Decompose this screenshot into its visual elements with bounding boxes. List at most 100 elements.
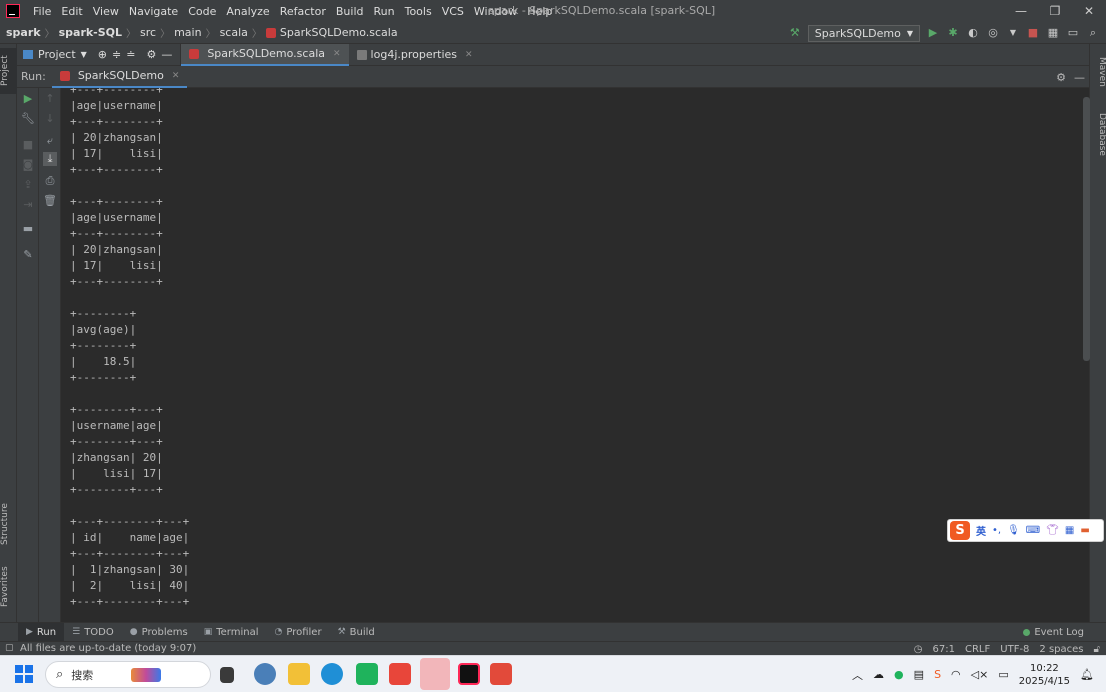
menu-icon[interactable]: ▬ [1080, 525, 1089, 536]
gear-icon[interactable]: ⚙ [146, 48, 156, 61]
trash-icon[interactable]: 🗑︎ [43, 194, 57, 208]
project-structure-icon[interactable]: ▦ [1046, 26, 1060, 40]
arrow-down-icon[interactable]: ↓ [43, 112, 57, 126]
favorites-tool-tab[interactable]: Favorites [0, 559, 17, 615]
intellij-icon[interactable] [458, 663, 480, 685]
menu-edit[interactable]: Edit [56, 5, 87, 18]
breadcrumb-src[interactable]: src [140, 26, 156, 39]
console-output[interactable]: +---+--------+ |age|username| +---+-------… [61, 88, 1082, 622]
target-icon[interactable]: ⊕ [98, 48, 107, 61]
menu-navigate[interactable]: Navigate [124, 5, 183, 18]
build-hammer-icon[interactable]: ⚒ [788, 26, 802, 40]
scroll-to-end-icon[interactable]: ⤓ [43, 152, 57, 166]
caret-position[interactable]: 67:1 [933, 644, 955, 655]
wps-writer-icon[interactable] [490, 663, 512, 685]
wechat-icon[interactable] [420, 658, 450, 690]
tool-tab-run[interactable]: ▶ Run [18, 622, 65, 642]
notifications-icon[interactable]: 🔔︎ [1080, 668, 1094, 681]
edge-browser-icon[interactable] [321, 663, 343, 685]
sogou-tray-icon[interactable]: S [934, 668, 941, 681]
wps-office-icon[interactable] [389, 663, 411, 685]
close-tab-icon[interactable]: ✕ [333, 49, 341, 59]
pin-icon[interactable]: ✎ [21, 248, 35, 262]
menu-run[interactable]: Run [369, 5, 400, 18]
microphone-icon[interactable]: 🎙︎ [1007, 525, 1020, 536]
project-tool-tab[interactable]: Project [0, 48, 17, 94]
menu-view[interactable]: View [88, 5, 124, 18]
git-status-icon[interactable]: ◷ [914, 644, 923, 655]
collapse-all-icon[interactable]: ≐ [126, 48, 135, 61]
wechat-tray-icon[interactable]: ● [894, 668, 904, 681]
settings-gear-icon[interactable] [254, 663, 276, 685]
menu-file[interactable]: File [28, 5, 56, 18]
menu-code[interactable]: Code [183, 5, 221, 18]
minimize-button[interactable]: — [1004, 0, 1038, 22]
console-scrollbar[interactable] [1083, 97, 1090, 361]
print-icon[interactable]: ⎙ [43, 174, 57, 188]
arrow-up-icon[interactable]: ↑ [43, 92, 57, 106]
soft-wrap-icon[interactable]: ⤶ [43, 134, 57, 148]
notes-app-icon[interactable] [356, 663, 378, 685]
punctuation-icon[interactable]: •, [992, 525, 1001, 536]
hide-panel-icon[interactable]: — [161, 48, 172, 61]
taskbar-clock[interactable]: 10:22 2025/4/15 [1019, 662, 1070, 688]
toolbox-icon[interactable]: ▦ [1065, 525, 1074, 536]
line-separator[interactable]: CRLF [965, 644, 990, 655]
search-icon[interactable]: ⌕ [1086, 26, 1100, 40]
ime-language[interactable]: 英 [976, 523, 986, 538]
tool-tab-terminal[interactable]: ▣ Terminal [196, 623, 267, 642]
database-tool-tab[interactable]: Database [1090, 106, 1106, 162]
start-menu-button[interactable] [15, 665, 33, 683]
breadcrumb-module[interactable]: spark-SQL [59, 26, 122, 39]
status-layout-icon[interactable]: ▢ [5, 643, 14, 653]
ime-toolbar[interactable]: S 英 •, 🎙︎ ⌨ 👕︎ ▦ ▬ [947, 519, 1104, 542]
menu-refactor[interactable]: Refactor [275, 5, 331, 18]
battery-icon[interactable]: ▭ [998, 668, 1008, 681]
run-configuration-select[interactable]: SparkSQLDemo ▼ [807, 24, 920, 42]
tab-log4j-properties[interactable]: log4j.properties ✕ [349, 44, 481, 66]
close-run-tab-icon[interactable]: ✕ [172, 71, 180, 81]
breadcrumb-scala[interactable]: scala [220, 26, 248, 39]
tool-tab-profiler[interactable]: ◔ Profiler [266, 623, 329, 642]
stop-icon[interactable]: ■ [21, 138, 35, 152]
run-play-icon[interactable]: ▶ [926, 26, 940, 40]
hide-panel-icon[interactable]: — [1074, 71, 1085, 84]
breadcrumb-main[interactable]: main [174, 26, 201, 39]
tray-app-icon[interactable]: ▤ [914, 668, 924, 681]
layout-icon[interactable]: ▬ [21, 222, 35, 236]
login-icon[interactable]: ⇥ [21, 198, 35, 212]
taskbar-search[interactable]: ⌕ 搜索 [45, 661, 211, 688]
file-explorer-icon[interactable] [288, 663, 310, 685]
profile-icon[interactable]: ◎ [986, 26, 1000, 40]
tab-sparksqldemo-scala[interactable]: SparkSQLDemo.scala ✕ [181, 43, 349, 66]
file-encoding[interactable]: UTF-8 [1000, 644, 1029, 655]
menu-analyze[interactable]: Analyze [221, 5, 274, 18]
close-window-button[interactable]: ✕ [1072, 0, 1106, 22]
breadcrumb-project[interactable]: spark [6, 26, 41, 39]
menu-build[interactable]: Build [331, 5, 369, 18]
run-tab-sparksqldemo[interactable]: SparkSQLDemo ✕ [51, 66, 188, 88]
breadcrumb-file[interactable]: SparkSQLDemo.scala [280, 26, 398, 39]
tool-tab-build[interactable]: ⚒ Build [330, 623, 383, 642]
speaker-icon[interactable]: ◁× [971, 668, 989, 681]
lock-icon[interactable]: 🔓︎ [1094, 644, 1100, 655]
coverage-icon[interactable]: ◐ [966, 26, 980, 40]
rerun-icon[interactable]: ▶ [21, 92, 35, 106]
maximize-button[interactable]: ❐ [1038, 0, 1072, 22]
close-tab-icon[interactable]: ✕ [465, 50, 473, 60]
keyboard-icon[interactable]: ⌨ [1026, 525, 1040, 536]
wifi-icon[interactable]: ◠ [951, 668, 961, 681]
project-view-selector[interactable]: Project ▼ ⊕ ≑ ≐ ⚙ — [17, 43, 182, 66]
tool-tab-todo[interactable]: ☰ TODO [64, 623, 122, 642]
wrench-icon[interactable]: 🔧︎ [21, 112, 35, 126]
tool-tab-problems[interactable]: ● Problems [122, 623, 196, 642]
structure-tool-tab[interactable]: Structure [0, 494, 17, 554]
layout-icon[interactable]: ▭ [1066, 26, 1080, 40]
chevron-up-icon[interactable]: ︿ [852, 667, 863, 683]
export-icon[interactable]: ⇪ [21, 178, 35, 192]
stop-icon[interactable]: ■ [1026, 26, 1040, 40]
cloud-icon[interactable]: ☁ [873, 668, 884, 681]
gear-icon[interactable]: ⚙ [1056, 71, 1066, 84]
more-run-options-icon[interactable]: ▼ [1006, 26, 1020, 40]
expand-all-icon[interactable]: ≑ [112, 48, 121, 61]
